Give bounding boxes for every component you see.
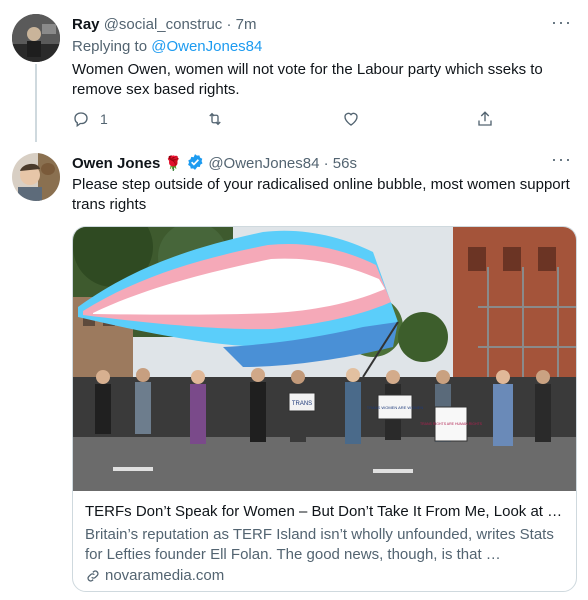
replying-handle-link[interactable]: @OwenJones84 [151,38,262,55]
rose-emoji: 🌹 [164,155,182,171]
timestamp[interactable]: 56s [333,155,357,172]
reply-icon [74,112,88,128]
thread-line [35,64,37,142]
link-preview-card[interactable]: TRANS TRANS WOMEN ARE WOMEN TRANS RIGHTS… [72,226,577,592]
avatar-owen-jones[interactable] [12,153,60,201]
sign-trans-women-are-women: TRANS WOMEN ARE WOMEN [367,405,424,410]
handle[interactable]: @social_construc [104,16,223,33]
action-bar: 1 [72,110,502,132]
avatar-ray[interactable] [12,14,60,62]
tweet-text: Women Owen, women will not vote for the … [72,61,543,98]
reply-count: 1 [100,111,108,127]
retweet-button[interactable] [205,110,225,128]
card-domain-text: novaramedia.com [105,567,225,584]
card-title[interactable]: TERFs Don’t Speak for Women – But Don’t … [85,503,569,520]
more-dots-icon: ··· [551,149,572,169]
share-icon [478,111,492,126]
display-name[interactable]: Owen Jones [72,155,160,172]
link-icon [87,569,99,582]
main-header: Owen Jones 🌹 @OwenJones84 · 56s [72,153,357,175]
retweet-icon [209,112,221,126]
separator: · [226,16,232,33]
verified-badge-icon [186,153,204,175]
sign-trans-rights: TRANS RIGHTS ARE HUMAN RIGHTS [420,422,483,426]
replying-prefix: Replying to [72,38,148,55]
reply-header: Ray @social_construc · 7m [72,16,257,33]
sign-trans: TRANS [292,401,312,407]
display-name[interactable]: Ray [72,16,100,33]
separator: · [323,155,329,172]
reply-tweet[interactable]: Ray @social_construc · 7m ··· Replying t… [0,0,588,145]
more-dots-icon: ··· [551,12,572,32]
card-description: Britain’s reputation as TERF Island isn’… [85,526,554,563]
handle[interactable]: @OwenJones84 [208,155,319,172]
tweet-text: Please step outside of your radicalised … [72,176,570,213]
share-button[interactable] [476,110,494,128]
heart-icon [344,112,358,126]
more-options-button[interactable]: ··· [551,149,572,170]
timestamp[interactable]: 7m [236,16,257,33]
reply-button[interactable]: 1 [72,110,108,128]
card-domain[interactable]: novaramedia.com [85,567,224,584]
replying-to: Replying to @OwenJones84 [72,38,262,55]
more-options-button[interactable]: ··· [551,12,572,33]
like-button[interactable] [342,110,360,128]
card-image[interactable]: TRANS TRANS WOMEN ARE WOMEN TRANS RIGHTS… [73,227,576,491]
